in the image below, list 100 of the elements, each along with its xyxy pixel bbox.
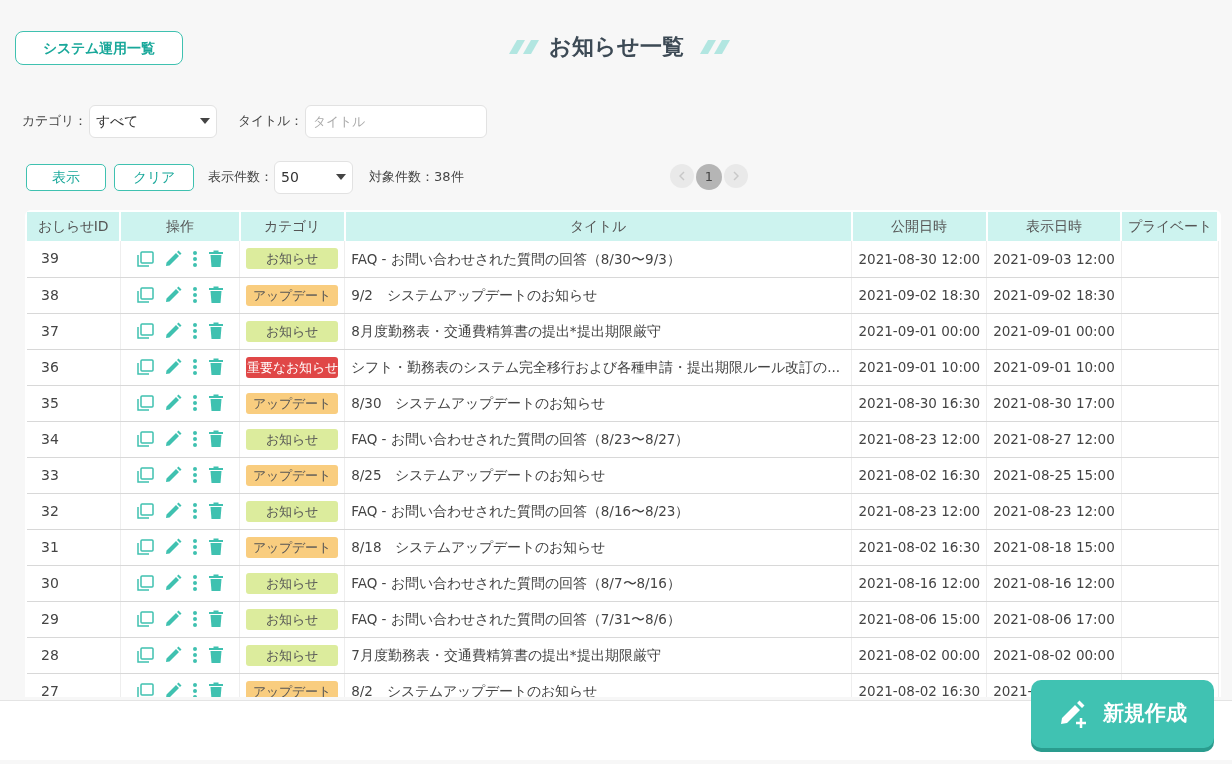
- id-cell: 30: [27, 565, 121, 601]
- displayed-cell: 2021-08-30 17:00: [986, 385, 1122, 421]
- per-page-select[interactable]: 50: [274, 160, 353, 194]
- more-icon[interactable]: [192, 430, 198, 448]
- published-cell: 2021-09-01 00:00: [852, 313, 987, 349]
- id-cell: 29: [27, 601, 121, 637]
- published-cell: 2021-08-30 16:30: [852, 385, 987, 421]
- column-header: タイトル: [344, 212, 852, 241]
- category-tag: お知らせ: [246, 500, 339, 522]
- next-page-button[interactable]: [724, 164, 748, 188]
- category-tag: お知らせ: [246, 608, 339, 630]
- copy-icon[interactable]: [136, 322, 154, 340]
- copy-icon[interactable]: [136, 646, 154, 664]
- delete-icon[interactable]: [208, 358, 224, 376]
- delete-icon[interactable]: [208, 394, 224, 412]
- per-page-label: 表示件数：: [208, 168, 273, 187]
- displayed-cell: 2021-09-03 12:00: [986, 241, 1122, 277]
- published-cell: 2021-08-06 15:00: [852, 601, 987, 637]
- clear-button[interactable]: クリア: [114, 163, 194, 191]
- edit-icon[interactable]: [164, 682, 182, 697]
- column-header: プライベート: [1121, 212, 1218, 241]
- published-cell: 2021-08-02 16:30: [852, 457, 987, 493]
- edit-icon[interactable]: [164, 646, 182, 664]
- title-cell: 8/25 システムアップデートのお知らせ: [344, 457, 852, 493]
- more-icon[interactable]: [192, 249, 198, 268]
- delete-icon[interactable]: [208, 466, 224, 484]
- category-select[interactable]: すべて: [89, 104, 217, 138]
- copy-icon[interactable]: [136, 610, 154, 628]
- displayed-cell: 2021-08-06 17:00: [986, 601, 1122, 637]
- more-icon[interactable]: [192, 682, 198, 697]
- displayed-cell: 2021-08-27 12:00: [986, 421, 1122, 457]
- more-icon[interactable]: [192, 610, 198, 628]
- delete-icon[interactable]: [208, 249, 224, 268]
- copy-icon[interactable]: [136, 574, 154, 592]
- category-tag: お知らせ: [246, 572, 339, 594]
- category-tag: お知らせ: [246, 248, 339, 270]
- column-header: カテゴリ: [239, 212, 345, 241]
- published-cell: 2021-09-01 10:00: [852, 349, 987, 385]
- delete-icon[interactable]: [208, 502, 224, 520]
- published-cell: 2021-08-02 16:30: [852, 529, 987, 565]
- edit-icon[interactable]: [164, 430, 182, 448]
- copy-icon[interactable]: [136, 430, 154, 448]
- edit-icon[interactable]: [164, 358, 182, 376]
- id-cell: 37: [27, 313, 121, 349]
- show-button[interactable]: 表示: [26, 163, 106, 191]
- published-cell: 2021-08-30 12:00: [852, 241, 987, 277]
- delete-icon[interactable]: [208, 682, 224, 697]
- more-icon[interactable]: [192, 358, 198, 376]
- back-button[interactable]: システム運用一覧: [15, 31, 183, 65]
- id-cell: 34: [27, 421, 121, 457]
- title-label: タイトル：: [238, 112, 303, 131]
- edit-icon[interactable]: [164, 466, 182, 484]
- copy-icon[interactable]: [136, 249, 154, 268]
- title-cell: FAQ - お問い合わせされた質問の回答（8/30〜9/3）: [344, 241, 852, 277]
- caret-icon: [336, 174, 346, 180]
- copy-icon[interactable]: [136, 682, 154, 697]
- edit-icon[interactable]: [164, 394, 182, 412]
- delete-icon[interactable]: [208, 538, 224, 556]
- published-cell: 2021-08-02 00:00: [852, 637, 987, 673]
- delete-icon[interactable]: [208, 574, 224, 592]
- edit-icon[interactable]: [164, 286, 182, 304]
- delete-icon[interactable]: [208, 430, 224, 448]
- edit-icon[interactable]: [164, 538, 182, 556]
- edit-icon[interactable]: [164, 574, 182, 592]
- copy-icon[interactable]: [136, 466, 154, 484]
- title-cell: 8月度勤務表・交通費精算書の提出*提出期限厳守: [344, 313, 852, 349]
- more-icon[interactable]: [192, 322, 198, 340]
- delete-icon[interactable]: [208, 322, 224, 340]
- more-icon[interactable]: [192, 502, 198, 520]
- copy-icon[interactable]: [136, 286, 154, 304]
- delete-icon[interactable]: [208, 646, 224, 664]
- edit-icon[interactable]: [164, 610, 182, 628]
- category-tag: お知らせ: [246, 320, 339, 342]
- title-input-field[interactable]: タイトル: [305, 104, 487, 138]
- caret-icon: [200, 118, 210, 124]
- title-cell: FAQ - お問い合わせされた質問の回答（8/23〜8/27）: [344, 421, 852, 457]
- id-cell: 35: [27, 385, 121, 421]
- delete-icon[interactable]: [208, 286, 224, 304]
- edit-icon[interactable]: [164, 502, 182, 520]
- copy-icon[interactable]: [136, 538, 154, 556]
- more-icon[interactable]: [192, 466, 198, 484]
- title-cell: シフト・勤務表のシステム完全移行および各種申請・提出期限ルール改訂の...: [344, 349, 852, 385]
- delete-icon[interactable]: [208, 610, 224, 628]
- edit-icon[interactable]: [164, 322, 182, 340]
- category-tag: アップデート: [246, 464, 339, 486]
- page-title: お知らせ一覧: [548, 33, 684, 61]
- copy-icon[interactable]: [136, 394, 154, 412]
- edit-icon[interactable]: [164, 249, 182, 268]
- copy-icon[interactable]: [136, 358, 154, 376]
- title-cell: 8/30 システムアップデートのお知らせ: [344, 385, 852, 421]
- page-button[interactable]: 1: [696, 164, 722, 190]
- copy-icon[interactable]: [136, 502, 154, 520]
- more-icon[interactable]: [192, 574, 198, 592]
- more-icon[interactable]: [192, 394, 198, 412]
- more-icon[interactable]: [192, 646, 198, 664]
- more-icon[interactable]: [192, 538, 198, 556]
- previous-page-button[interactable]: [670, 164, 694, 188]
- published-cell: 2021-08-16 12:00: [852, 565, 987, 601]
- more-icon[interactable]: [192, 286, 198, 304]
- displayed-cell: 2021-09-02 18:30: [986, 277, 1122, 313]
